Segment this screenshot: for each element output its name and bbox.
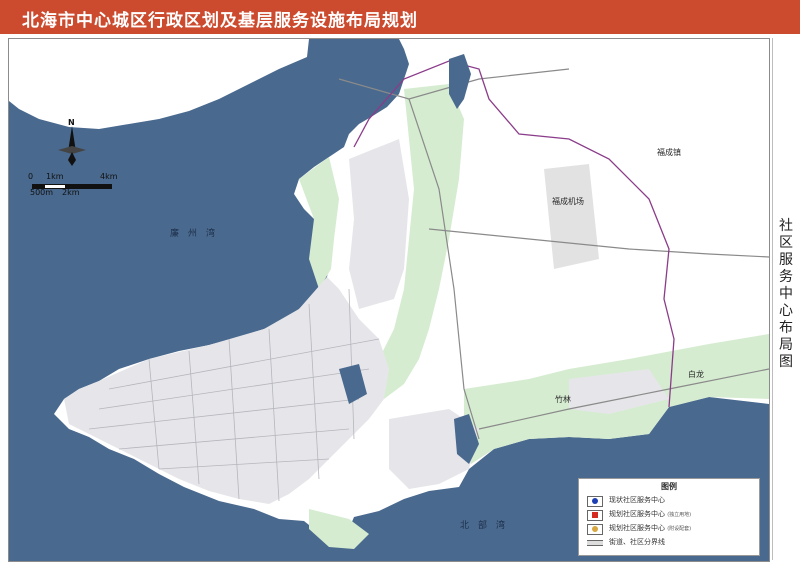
place-label-fucheng-town: 福成镇 [657,148,681,157]
blue-dot-icon [592,498,598,504]
title-bar: 北海市中心城区行政区划及基层服务设施布局规划 [0,0,800,34]
boundary-line-icon [587,540,603,546]
legend-label-text: 规划社区服务中心 [609,510,665,518]
side-panel-title: 社区服务中心布局图 [779,218,793,370]
legend-label-planned-attached: 规划社区服务中心 (附设配套) [609,523,691,535]
legend-symbol-existing [587,496,603,507]
page-title: 北海市中心城区行政区划及基层服务设施布局规划 [22,11,418,31]
legend-symbol-planned-attached [587,524,603,535]
water-label-beibu-gulf: 北部湾 [460,521,515,531]
scale-tick-0: 0 [28,172,34,181]
place-label-fucheng-airport: 福成机场 [552,197,584,206]
legend-item-boundary-line: 街道、社区分界线 [587,537,757,549]
legend-symbol-planned-independent [587,510,603,521]
scale-tick-2km: 2km [62,188,80,197]
place-label-zhulin: 竹林 [555,395,571,404]
legend-label-existing: 现状社区服务中心 [609,496,665,504]
water-label-lianzhou-bay: 廉州湾 [170,229,225,239]
legend-label-text: 规划社区服务中心 [609,524,665,532]
legend-label-planned-independent: 规划社区服务中心 (独立用地) [609,509,691,521]
legend-note: (独立用地) [667,512,692,518]
scale-tick-4km: 4km [100,172,118,181]
legend-item-planned-attached: 规划社区服务中心 (附设配套) [587,523,757,535]
legend-title: 图例 [661,482,677,491]
legend-item-existing-center: 现状社区服务中心 [587,495,757,507]
map-legend: 图例 现状社区服务中心 规划社区服务中心 (独立用地) 规划社区服务中心 (附设… [578,478,760,556]
legend-item-planned-independent: 规划社区服务中心 (独立用地) [587,509,757,521]
side-panel: 社区服务中心布局图 [772,38,799,560]
legend-note: (附设配套) [667,526,692,532]
scale-tick-500m: 500m [30,188,54,197]
orange-dot-icon [592,526,598,532]
scale-bar: 0 1km 4km 500m 2km [28,172,138,201]
north-arrow: N [58,118,86,166]
scale-tick-1km: 1km [46,172,64,181]
legend-label-boundary: 街道、社区分界线 [609,538,665,546]
compass-icon [58,126,86,166]
red-square-icon [592,512,598,518]
place-label-bailong: 白龙 [688,370,704,379]
